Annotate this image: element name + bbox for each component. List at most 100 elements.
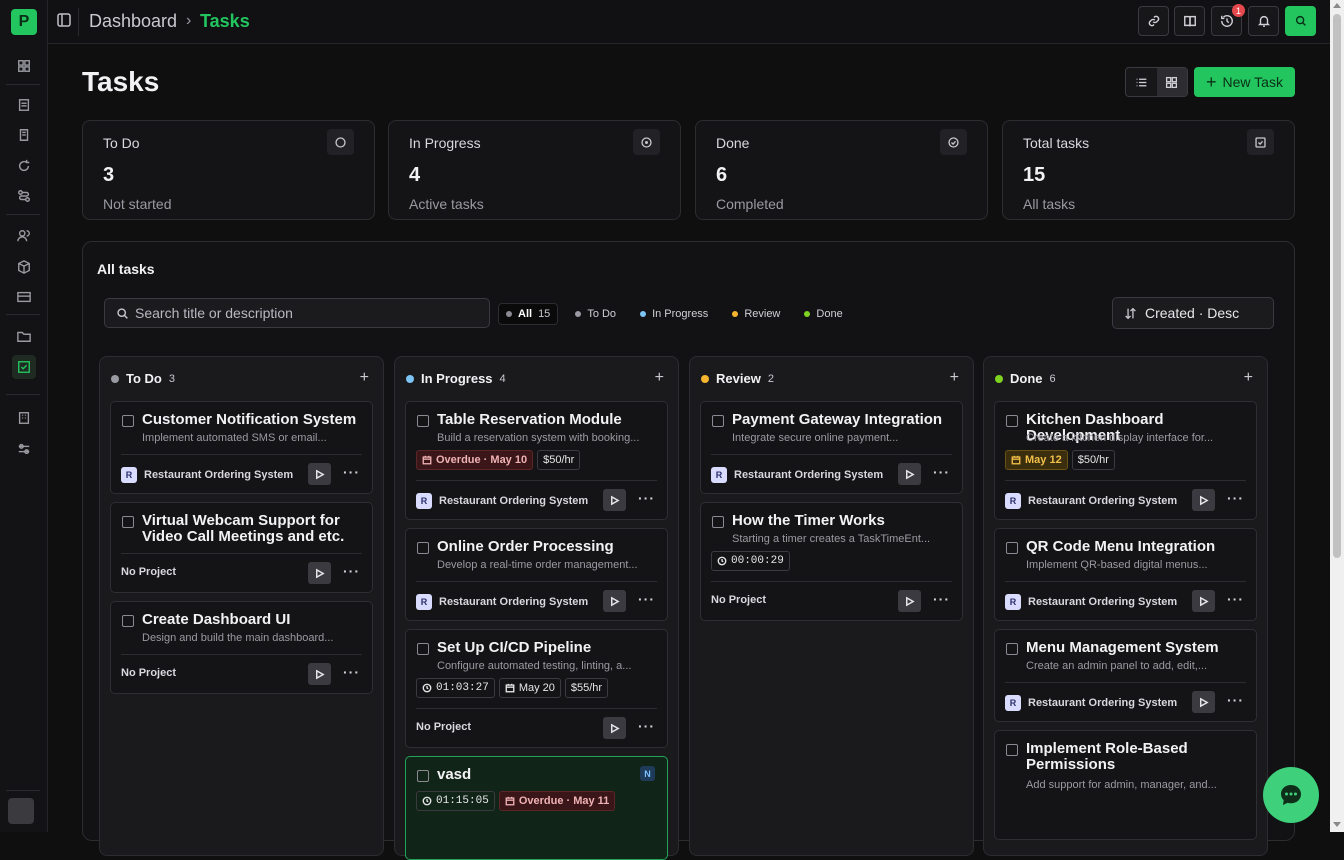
more-options-icon[interactable]: ··· [343, 563, 360, 579]
filter-done[interactable]: Done [797, 303, 849, 325]
task-checkbox[interactable] [1006, 542, 1018, 554]
task-checkbox[interactable] [122, 516, 134, 528]
filter-in-progress[interactable]: In Progress [633, 303, 715, 325]
app-logo[interactable]: P [11, 9, 37, 35]
task-checkbox[interactable] [712, 415, 724, 427]
add-task-icon[interactable]: + [950, 370, 959, 386]
task-title: Online Order Processing [437, 538, 614, 555]
add-task-icon[interactable]: + [1244, 370, 1253, 386]
sidebar-refresh-icon[interactable] [12, 154, 36, 178]
task-checkbox[interactable] [417, 770, 429, 782]
breadcrumb-dashboard[interactable]: Dashboard [89, 11, 177, 32]
sort-button[interactable]: Created · Desc [1112, 297, 1274, 329]
add-task-icon[interactable]: + [655, 370, 664, 386]
more-options-icon[interactable]: ··· [1227, 591, 1244, 607]
filter-label: All [518, 308, 533, 320]
sidebar-settings-icon[interactable] [12, 437, 36, 461]
column-count: 2 [767, 372, 774, 385]
sidebar-toggle-icon[interactable] [56, 12, 74, 30]
task-checkbox[interactable] [1006, 744, 1018, 756]
more-options-icon[interactable]: ··· [933, 591, 950, 607]
history-button[interactable]: 1 [1211, 4, 1245, 36]
task-checkbox[interactable] [417, 643, 429, 655]
notifications-button[interactable] [1248, 6, 1279, 36]
task-card[interactable]: QR Code Menu Integration Implement QR-bas… [994, 528, 1257, 621]
sidebar-document-icon[interactable] [12, 93, 36, 117]
task-card[interactable]: How the Timer Works Starting a timer crea… [700, 502, 963, 621]
column-to-do: To Do 3 + Customer Notification System Impl… [99, 356, 384, 856]
stat-card: Done 6 Completed [695, 120, 988, 220]
task-card[interactable]: Customer Notification System Implement au… [110, 401, 373, 494]
overdue-chip: Overdue · May 10 [416, 450, 534, 470]
docs-button[interactable] [1174, 6, 1205, 36]
task-card[interactable]: vasd N 01:15:05 Overdue · May 11 [405, 756, 668, 860]
more-options-icon[interactable]: ··· [1227, 490, 1244, 506]
task-project: R Restaurant Ordering System [416, 493, 588, 509]
play-timer-button[interactable] [1192, 489, 1215, 511]
play-icon [1198, 596, 1209, 607]
filter-all[interactable]: All 15 [498, 303, 559, 325]
play-timer-button[interactable] [898, 463, 921, 485]
due-date-chip: May 12 [1005, 450, 1068, 470]
play-timer-button[interactable] [898, 590, 921, 612]
task-card[interactable]: Payment Gateway Integration Integrate sec… [700, 401, 963, 494]
board-view-button[interactable] [1156, 68, 1187, 96]
task-checkbox[interactable] [417, 542, 429, 554]
task-card[interactable]: Implement Role-Based Permissions Add supp… [994, 730, 1257, 840]
task-checkbox[interactable] [712, 516, 724, 528]
sidebar-route-icon[interactable] [12, 184, 36, 208]
play-timer-button[interactable] [1192, 590, 1215, 612]
play-timer-button[interactable] [308, 562, 331, 584]
play-timer-button[interactable] [603, 717, 626, 739]
play-timer-button[interactable] [603, 590, 626, 612]
sidebar-card-icon[interactable] [12, 285, 36, 309]
sidebar-building-icon[interactable] [12, 406, 36, 430]
task-checkbox[interactable] [1006, 643, 1018, 655]
task-checkbox[interactable] [417, 415, 429, 427]
play-timer-button[interactable] [308, 663, 331, 685]
link-button[interactable] [1138, 6, 1169, 36]
play-timer-button[interactable] [603, 489, 626, 511]
more-options-icon[interactable]: ··· [343, 464, 360, 480]
sidebar-box-icon[interactable] [12, 255, 36, 279]
scrollbar-thumb[interactable] [1333, 14, 1341, 558]
more-options-icon[interactable]: ··· [638, 591, 655, 607]
search-input[interactable] [135, 299, 475, 327]
task-card[interactable]: Online Order Processing Develop a real-ti… [405, 528, 668, 621]
task-card[interactable]: Menu Management System Create an admin pa… [994, 629, 1257, 722]
breadcrumb-separator: › [186, 12, 192, 29]
task-card[interactable]: Create Dashboard UI Design and build the … [110, 601, 373, 694]
task-checkbox[interactable] [122, 615, 134, 627]
task-title: Virtual Webcam Support for Video Call Me… [142, 512, 345, 545]
sidebar-folder-icon[interactable] [12, 324, 36, 348]
more-options-icon[interactable]: ··· [933, 464, 950, 480]
sidebar-users-icon[interactable] [12, 224, 36, 248]
timer-chip: 01:15:05 [416, 791, 495, 811]
search-button[interactable] [1285, 6, 1316, 36]
more-options-icon[interactable]: ··· [638, 490, 655, 506]
task-checkbox[interactable] [1006, 415, 1018, 427]
play-timer-button[interactable] [308, 463, 331, 485]
panel-title: All tasks [97, 261, 155, 277]
search-field[interactable] [104, 298, 490, 328]
filter-review[interactable]: Review [725, 303, 787, 325]
sidebar-scroll-icon[interactable] [12, 123, 36, 147]
task-card[interactable]: Table Reservation Module Build a reservat… [405, 401, 668, 520]
add-task-icon[interactable]: + [360, 370, 369, 386]
task-card[interactable]: Kitchen Dashboard Development Create a ki… [994, 401, 1257, 520]
chat-button[interactable] [1263, 767, 1319, 823]
more-options-icon[interactable]: ··· [343, 664, 360, 680]
filter-to-do[interactable]: To Do [568, 303, 623, 325]
sidebar-tasks-icon[interactable] [12, 355, 36, 379]
task-checkbox[interactable] [122, 415, 134, 427]
new-task-button[interactable]: + New Task [1194, 67, 1295, 97]
task-card[interactable]: Virtual Webcam Support for Video Call Me… [110, 502, 373, 593]
scrollbar[interactable] [1330, 0, 1344, 832]
list-view-button[interactable] [1126, 68, 1157, 96]
sidebar-dashboard-icon[interactable] [12, 54, 36, 78]
avatar[interactable] [8, 798, 34, 824]
play-timer-button[interactable] [1192, 691, 1215, 713]
more-options-icon[interactable]: ··· [1227, 692, 1244, 708]
task-card[interactable]: Set Up CI/CD Pipeline Configure automated… [405, 629, 668, 748]
more-options-icon[interactable]: ··· [638, 718, 655, 734]
